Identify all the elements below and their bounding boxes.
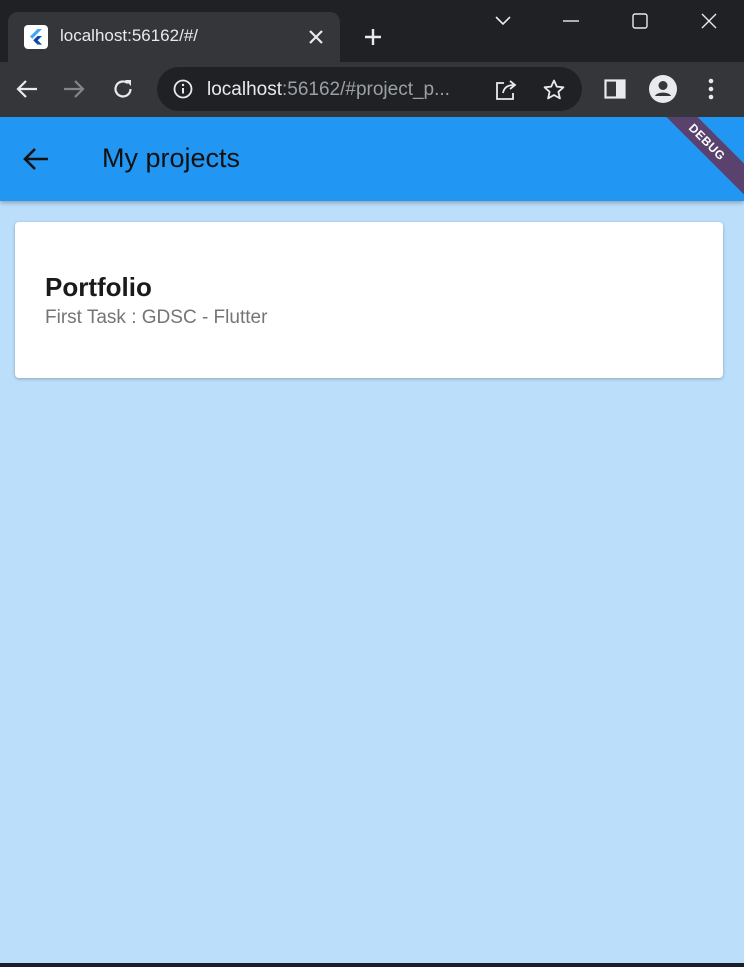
share-icon[interactable] bbox=[493, 77, 519, 103]
project-title: Portfolio bbox=[45, 272, 152, 302]
minimize-icon[interactable] bbox=[551, 6, 591, 36]
arrow-back-icon[interactable] bbox=[16, 139, 56, 179]
info-icon[interactable] bbox=[171, 77, 195, 101]
close-icon[interactable] bbox=[304, 25, 328, 49]
arrow-right-icon[interactable] bbox=[57, 72, 91, 106]
app-bar: My projects bbox=[0, 117, 744, 201]
browser-toolbar: localhost:56162/#project_p... bbox=[0, 62, 744, 117]
url-path: :56162/#project_p... bbox=[282, 79, 450, 100]
tab-strip: localhost:56162/#/ bbox=[0, 0, 744, 62]
address-bar[interactable]: localhost:56162/#project_p... bbox=[157, 67, 582, 111]
maximize-icon[interactable] bbox=[620, 6, 660, 36]
tab-title: localhost:56162/#/ bbox=[60, 26, 198, 45]
flutter-logo-icon bbox=[24, 25, 48, 49]
chevron-down-icon[interactable] bbox=[483, 6, 523, 36]
app-viewport: My projects DEBUG Portfolio First Task :… bbox=[0, 117, 744, 963]
star-icon[interactable] bbox=[541, 77, 567, 103]
reload-icon[interactable] bbox=[106, 72, 140, 106]
url-host: localhost bbox=[207, 79, 282, 100]
taskbar-edge bbox=[0, 963, 744, 967]
browser-window: localhost:56162/#/ localhost:56162/#proj… bbox=[0, 0, 744, 967]
close-icon[interactable] bbox=[689, 6, 729, 36]
browser-tab[interactable]: localhost:56162/#/ bbox=[8, 12, 340, 62]
plus-icon[interactable] bbox=[358, 22, 388, 52]
arrow-left-icon[interactable] bbox=[10, 72, 44, 106]
kebab-menu-icon[interactable] bbox=[694, 72, 728, 106]
project-card-portfolio[interactable]: Portfolio First Task : GDSC - Flutter bbox=[15, 222, 723, 378]
project-subtitle: First Task : GDSC - Flutter bbox=[45, 307, 268, 328]
side-panel-icon[interactable] bbox=[598, 72, 632, 106]
page-title: My projects bbox=[102, 143, 241, 173]
url-text[interactable]: localhost:56162/#project_p... bbox=[207, 79, 479, 101]
profile-icon[interactable] bbox=[646, 72, 680, 106]
